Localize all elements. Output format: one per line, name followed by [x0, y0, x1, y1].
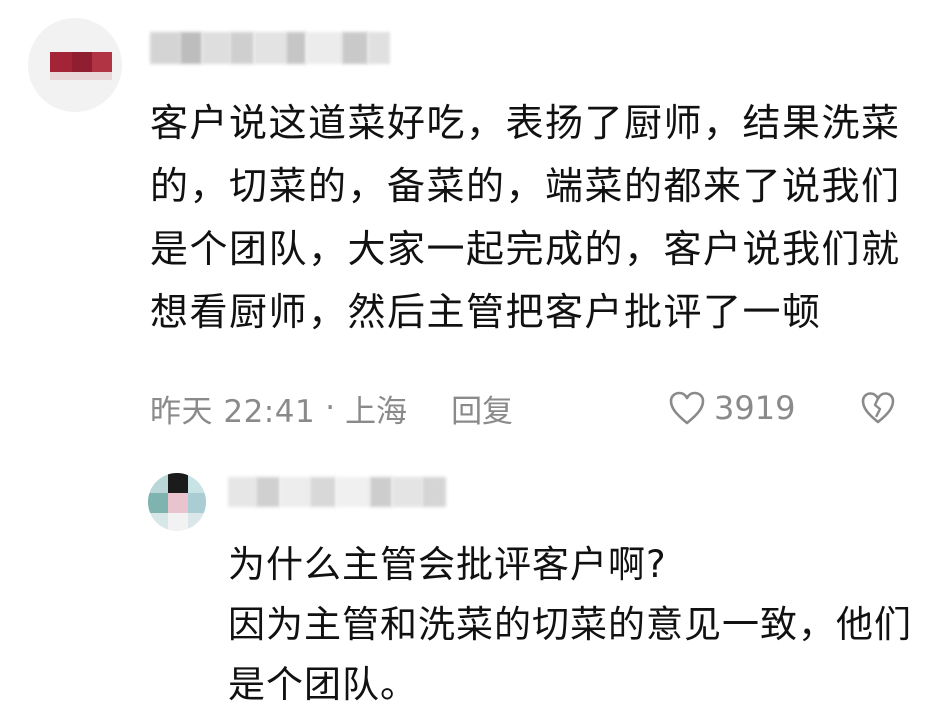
reply-body: 为什么主管会批评客户啊? 因为主管和洗菜的切菜的意见一致，他们是个团队。: [228, 535, 928, 715]
separator-dot: ·: [325, 390, 336, 426]
heart-outline-icon: [669, 391, 705, 425]
like-count: 3919: [714, 389, 796, 427]
reply-line-answer: 因为主管和洗菜的切菜的意见一致，他们是个团队。: [228, 603, 912, 706]
comment-body: 客户说这道菜好吃，表扬了厨师，结果洗菜的，切菜的，备菜的，端菜的都来了说我们是个…: [150, 101, 901, 334]
like-button[interactable]: 3919: [668, 384, 795, 432]
location: 上海: [345, 393, 408, 430]
reply-avatar[interactable]: [148, 473, 206, 531]
reply-username-pixelated[interactable]: [228, 477, 446, 507]
reply-card: 为什么主管会批评客户啊? 因为主管和洗菜的切菜的意见一致，他们是个团队。: [0, 455, 948, 708]
avatar[interactable]: [28, 18, 122, 112]
username-pixelated[interactable]: [150, 32, 390, 64]
timestamp: 昨天 22:41: [150, 393, 316, 430]
comment-meta: 昨天 22:41 · 上海 回复 3919: [150, 384, 910, 432]
reply-button[interactable]: 回复: [451, 386, 513, 431]
broken-heart-icon[interactable]: [860, 390, 896, 426]
comment-card: 客户说这道菜好吃，表扬了厨师，结果洗菜的，切菜的，备菜的，端菜的都来了说我们是个…: [0, 0, 948, 445]
reply-line-question: 为什么主管会批评客户啊?: [228, 543, 667, 586]
